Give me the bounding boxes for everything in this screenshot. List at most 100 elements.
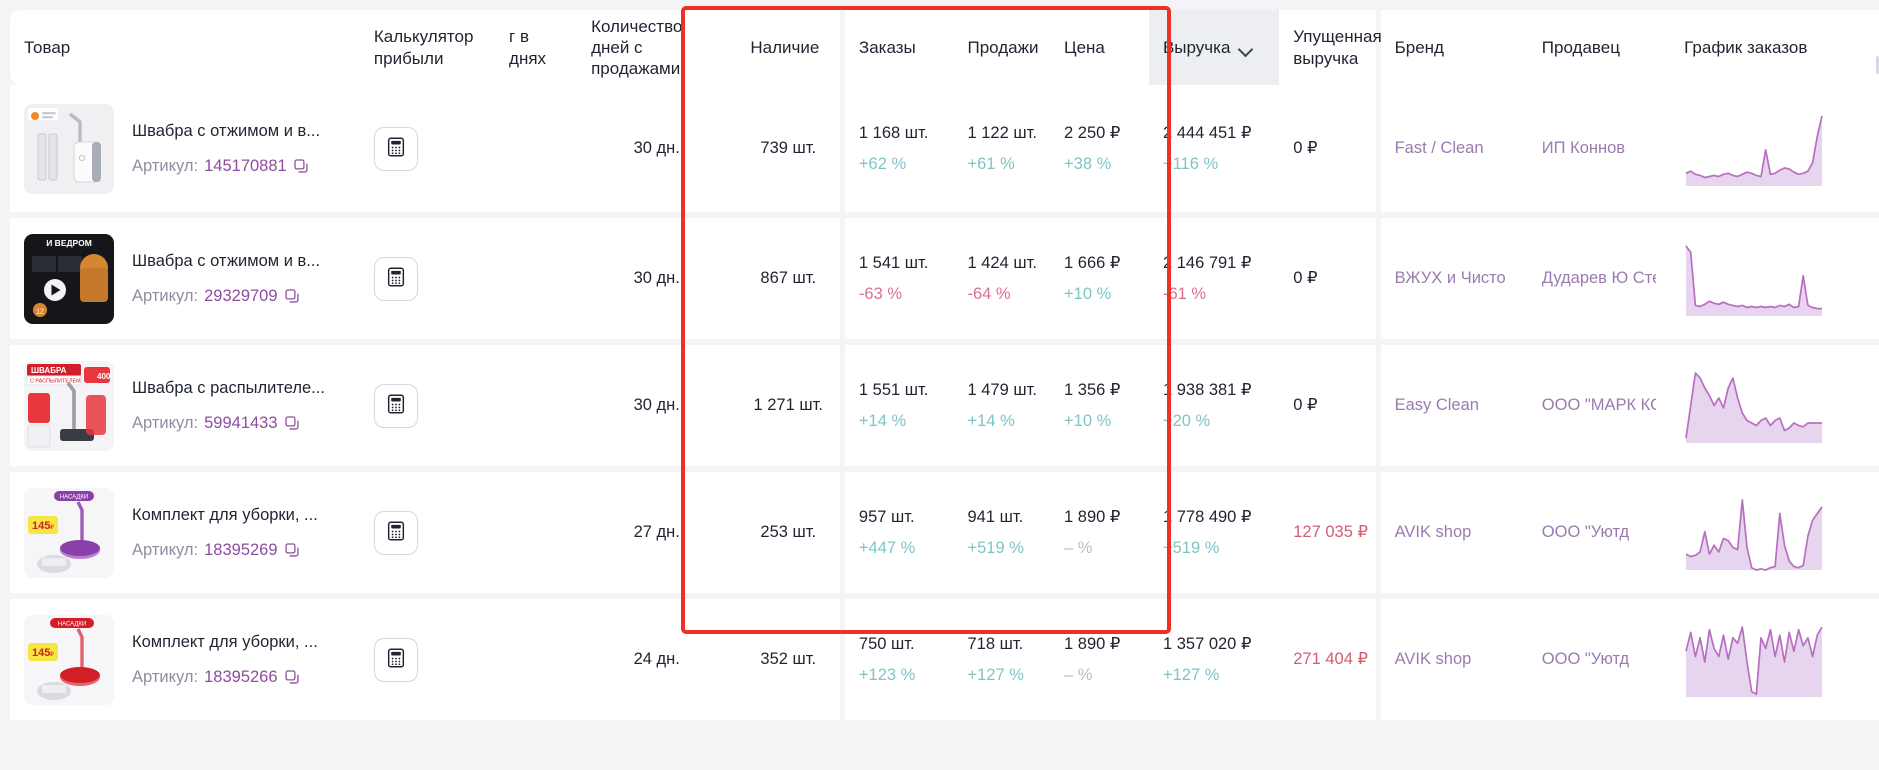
revenue-value: 1 357 020 ₽: [1162, 634, 1252, 653]
svg-text:12: 12: [36, 308, 44, 315]
table-row[interactable]: ШВАБРА С РАСПЫЛИТЕЛЕМ 400 Швабра с распылит…: [10, 339, 1879, 466]
product-title[interactable]: Комплект для уборки, ...: [132, 631, 318, 653]
copy-icon[interactable]: [284, 415, 301, 432]
column-header-orders-chart-label: График заказов: [1684, 37, 1808, 57]
seller-link[interactable]: Дударев Ю Степанови: [1542, 267, 1656, 289]
product-sku-value[interactable]: 29329709: [204, 285, 277, 307]
cell-product: ШВАБРА С РАСПЫЛИТЕЛЕМ 400 Швабра с распылит…: [10, 339, 360, 466]
svg-text:400: 400: [97, 372, 111, 381]
product-thumbnail[interactable]: [24, 103, 114, 194]
lost-revenue-value: 0 ₽: [1293, 396, 1318, 415]
copy-icon[interactable]: [284, 669, 301, 686]
table-row[interactable]: Швабра с отжимом и в... Артикул: 145170881…: [10, 85, 1879, 212]
lost-revenue-value: 127 035 ₽: [1293, 523, 1368, 542]
brand-link[interactable]: ВЖУХ и Чисто: [1395, 267, 1514, 289]
product-info: НАСАДКИ 145 ₽ Комплект для уборки, ... Артик…: [24, 487, 346, 578]
profit-calculator-button[interactable]: [373, 510, 418, 555]
column-header-brand[interactable]: Бренд: [1380, 10, 1528, 85]
orders-sparkline-chart: [1684, 240, 1865, 318]
days-with-sales-value: 27 дн.: [633, 523, 680, 542]
product-thumbnail[interactable]: НАСАДКИ 145 ₽: [24, 614, 114, 705]
sales-delta: -64 %: [967, 285, 1011, 303]
product-sku: Артикул: 145170881: [132, 155, 320, 177]
revenue-value: 2 146 791 ₽: [1162, 253, 1252, 272]
column-header-orders-chart[interactable]: График заказов: [1670, 10, 1879, 85]
column-header-price-label: Цена: [1064, 37, 1105, 57]
seller-link[interactable]: ИП Коннов: [1542, 137, 1656, 159]
column-header-sales-label: Продажи: [967, 37, 1039, 57]
cell-price: 1 666 ₽ +10 %: [1050, 212, 1149, 339]
product-thumbnail[interactable]: ШВАБРА С РАСПЫЛИТЕЛЕМ 400: [24, 360, 114, 451]
product-sku-value[interactable]: 145170881: [204, 155, 287, 177]
price-delta: – %: [1064, 539, 1093, 557]
svg-text:ШВАБРА: ШВАБРА: [31, 366, 67, 375]
copy-icon[interactable]: [284, 288, 301, 305]
product-sku-label: Артикул:: [132, 541, 199, 559]
product-info: ШВАБРА С РАСПЫЛИТЕЛЕМ 400 Швабра с распылит…: [24, 360, 346, 451]
calculator-icon: [385, 136, 407, 161]
profit-calculator-button[interactable]: [373, 256, 418, 301]
table-row[interactable]: И ВЕДРОМ 12 Швабра с отжимом и в... Артикул…: [10, 212, 1879, 339]
column-header-lost-revenue[interactable]: Упущенная выручка: [1279, 10, 1382, 85]
cell-seller: ООО "Уютд: [1527, 466, 1671, 593]
column-header-seller-label: Продавец: [1541, 37, 1620, 57]
column-header-orders[interactable]: Заказы: [844, 10, 954, 85]
cell-price: 1 890 ₽ – %: [1050, 593, 1149, 720]
column-header-stock[interactable]: Наличие: [736, 10, 841, 85]
column-header-turnover-days[interactable]: г в днях: [495, 10, 578, 85]
seller-link[interactable]: ООО "Уютд: [1542, 521, 1656, 543]
calculator-icon: [385, 520, 407, 545]
lost-revenue-value: 271 404 ₽: [1293, 650, 1368, 669]
product-title[interactable]: Швабра с отжимом и в...: [132, 120, 320, 142]
column-header-days-with-sales[interactable]: Количество дней с продажами: [577, 10, 737, 85]
product-sku-value[interactable]: 59941433: [204, 412, 277, 434]
column-header-seller[interactable]: Продавец: [1527, 10, 1671, 85]
profit-calculator-button[interactable]: [373, 637, 418, 682]
product-info: И ВЕДРОМ 12 Швабра с отжимом и в... Артикул…: [24, 233, 346, 324]
product-title[interactable]: Швабра с распылителе...: [132, 377, 325, 399]
cell-orders-chart[interactable]: [1670, 212, 1879, 339]
column-header-price[interactable]: Цена: [1050, 10, 1149, 85]
column-header-revenue[interactable]: Выручка: [1148, 10, 1280, 85]
product-sku-value[interactable]: 18395269: [204, 539, 277, 561]
cell-orders-chart[interactable]: [1670, 339, 1879, 466]
revenue-delta: -61 %: [1162, 285, 1207, 303]
column-header-sales[interactable]: Продажи: [953, 10, 1051, 85]
table-row[interactable]: НАСАДКИ 145 ₽ Комплект для уборки, ... Артик…: [10, 466, 1879, 593]
copy-icon[interactable]: [293, 158, 310, 175]
products-analytics-table: Товар Калькулятор прибыли г в днях Колич…: [10, 10, 1879, 720]
table-row[interactable]: НАСАДКИ 145 ₽ Комплект для уборки, ... Артик…: [10, 593, 1879, 720]
product-thumbnail[interactable]: И ВЕДРОМ 12: [24, 233, 114, 324]
product-title[interactable]: Комплект для уборки, ...: [132, 504, 318, 526]
cell-orders-chart[interactable]: [1670, 85, 1879, 212]
product-thumbnail[interactable]: НАСАДКИ 145 ₽: [24, 487, 114, 578]
cell-orders-chart[interactable]: [1670, 466, 1879, 593]
chevron-down-icon[interactable]: [1240, 44, 1253, 52]
cell-revenue: 2 444 451 ₽ +116 %: [1148, 85, 1280, 212]
cell-brand: AVIK shop: [1380, 466, 1528, 593]
column-header-profit-calculator[interactable]: Калькулятор прибыли: [359, 10, 496, 85]
product-title[interactable]: Швабра с отжимом и в...: [132, 250, 320, 272]
orders-value: 957 шт.: [858, 507, 915, 526]
brand-link[interactable]: Fast / Clean: [1395, 137, 1514, 159]
column-header-product[interactable]: Товар: [10, 10, 360, 85]
revenue-value: 1 938 381 ₽: [1162, 380, 1252, 399]
revenue-delta: +519 %: [1162, 539, 1220, 557]
product-sku-value[interactable]: 18395266: [204, 666, 277, 688]
brand-link[interactable]: AVIK shop: [1395, 521, 1514, 543]
cell-lost-revenue: 0 ₽: [1279, 212, 1376, 339]
revenue-delta: +116 %: [1162, 155, 1219, 173]
profit-calculator-button[interactable]: [373, 383, 418, 428]
cell-orders: 750 шт. +123 %: [844, 593, 954, 720]
brand-link[interactable]: Easy Clean: [1395, 394, 1514, 416]
profit-calculator-button[interactable]: [373, 126, 418, 171]
cell-orders: 957 шт. +447 %: [844, 466, 954, 593]
product-sku: Артикул: 18395269: [132, 539, 318, 561]
seller-link[interactable]: ООО "МАРК КОНСАЛТИ: [1542, 394, 1656, 416]
brand-link[interactable]: AVIK shop: [1395, 648, 1514, 670]
seller-link[interactable]: ООО "Уютд: [1542, 648, 1656, 670]
cell-orders: 1 551 шт. +14 %: [844, 339, 954, 466]
cell-orders-chart[interactable]: [1670, 593, 1879, 720]
cell-turnover-days: [495, 85, 578, 212]
copy-icon[interactable]: [284, 542, 301, 559]
